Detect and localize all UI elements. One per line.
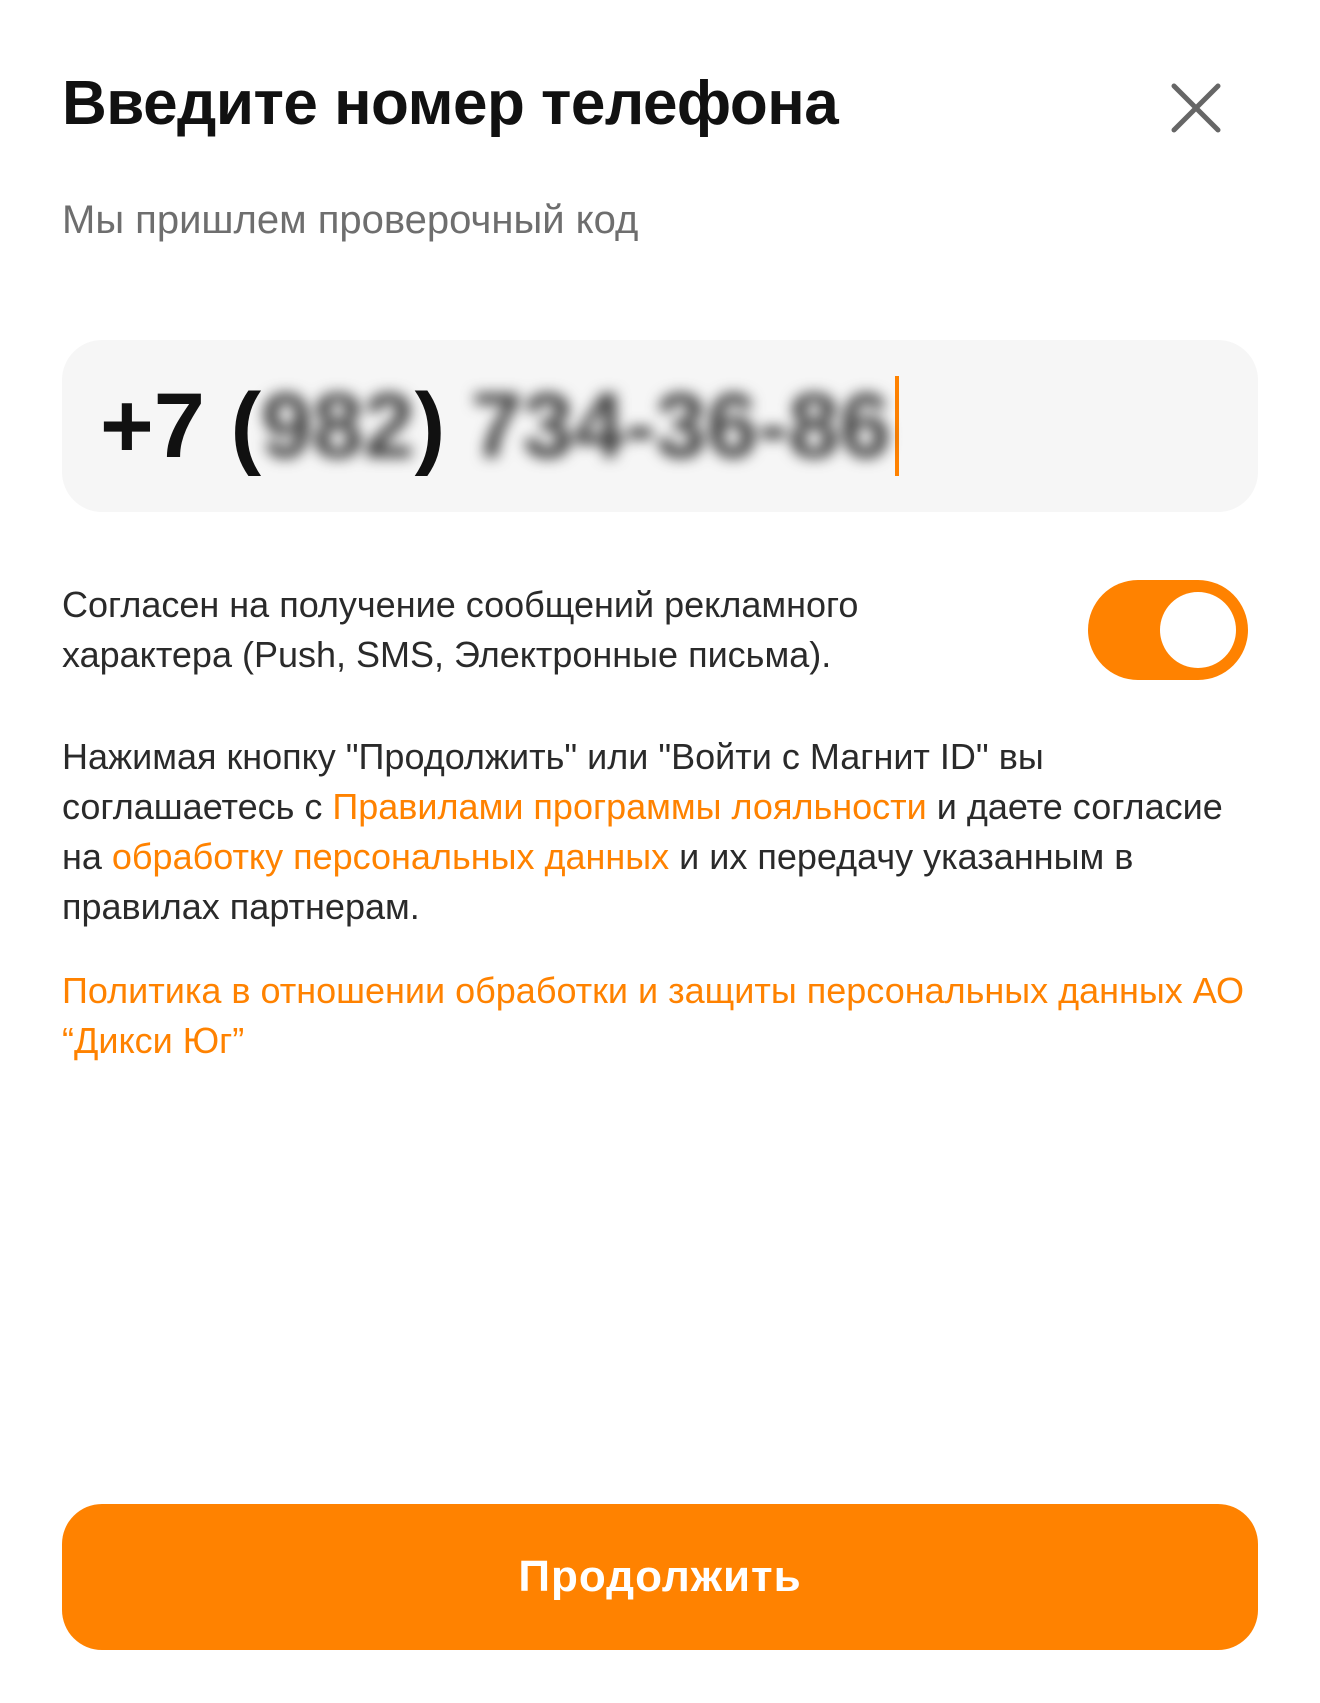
page-title: Введите номер телефона <box>62 69 839 138</box>
close-icon <box>1171 83 1221 133</box>
phone-number: 734-36-86 <box>471 374 891 477</box>
close-button[interactable] <box>1160 72 1232 144</box>
toggle-knob <box>1160 592 1236 668</box>
subtitle: Мы пришлем проверочный код <box>62 198 639 242</box>
privacy-policy-link[interactable]: Политика в отношении обработки и защиты … <box>62 966 1262 1066</box>
phone-input[interactable]: +7 ( 982 ) 734-36-86 <box>62 340 1258 512</box>
loyalty-rules-link[interactable]: Правилами программы лояльности <box>332 786 926 827</box>
phone-value: +7 ( 982 ) 734-36-86 <box>100 374 899 479</box>
phone-login-page: Введите номер телефона Мы пришлем провер… <box>0 0 1320 1703</box>
phone-close-paren: ) <box>414 374 446 477</box>
marketing-consent-row: Согласен на получение сообщений рекламно… <box>62 580 1258 680</box>
personal-data-link[interactable]: обработку персональных данных <box>112 836 669 877</box>
marketing-consent-text: Согласен на получение сообщений рекламно… <box>62 584 859 675</box>
continue-button[interactable]: Продолжить <box>62 1504 1258 1650</box>
phone-prefix: +7 ( <box>100 374 262 477</box>
marketing-consent-toggle[interactable] <box>1088 580 1248 680</box>
agreement-text: Нажимая кнопку "Продолжить" или "Войти с… <box>62 732 1242 932</box>
text-cursor <box>894 376 899 476</box>
phone-area-code: 982 <box>261 374 415 477</box>
